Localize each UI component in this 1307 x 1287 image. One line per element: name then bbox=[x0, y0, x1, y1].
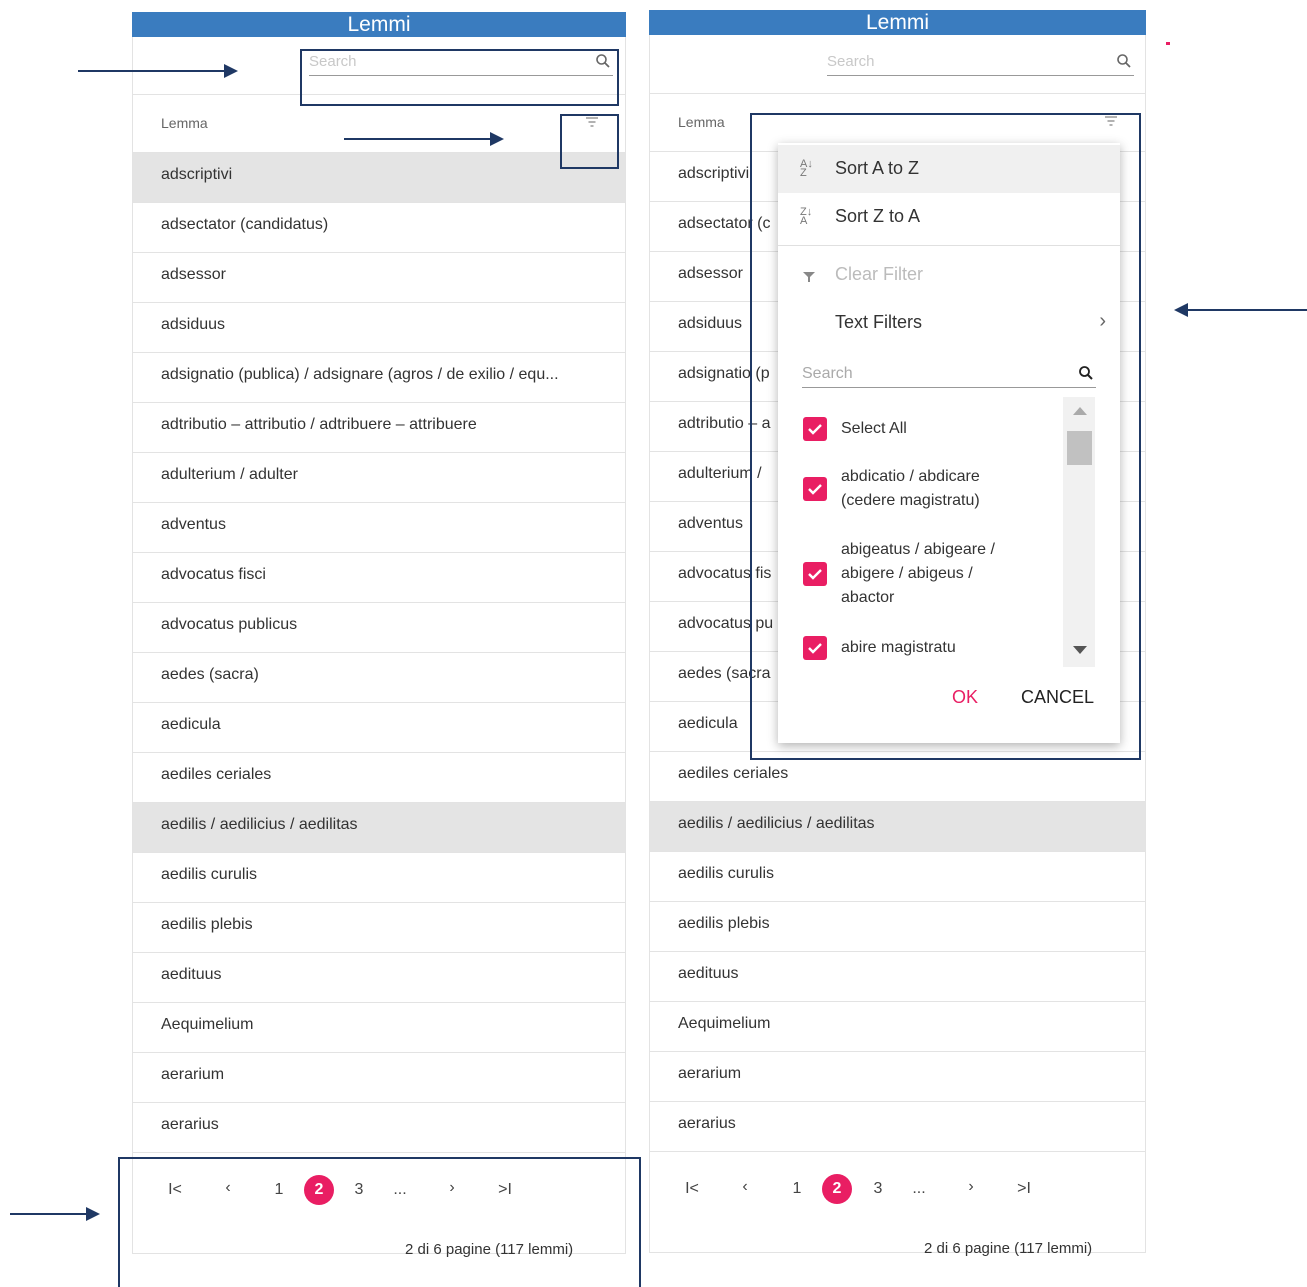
column-header-label: Lemma bbox=[678, 114, 725, 130]
list-item[interactable]: aedilis plebis bbox=[650, 902, 1145, 952]
pager: I< ‹ 1 2 3 ... › >I 2 di 6 pagine (117 l… bbox=[650, 1152, 1145, 1257]
page-3-button[interactable]: 3 bbox=[863, 1180, 893, 1198]
lemma-grid: Search Lemma adscriptivi adsectator (cand… bbox=[132, 37, 626, 1258]
list-item[interactable]: adtributio – attributio / adtribuere – a… bbox=[133, 403, 625, 453]
list-item-label: adventus bbox=[161, 516, 226, 533]
list-item-label: Aequimelium bbox=[161, 1016, 254, 1033]
list-item-label: adsessor bbox=[161, 266, 226, 283]
list-item-label: adsectator (candidatus) bbox=[161, 216, 329, 233]
list-item[interactable]: aedilis curulis bbox=[133, 853, 625, 903]
list-item-label: aerarius bbox=[678, 1115, 736, 1132]
list-item[interactable]: aediles ceriales bbox=[133, 753, 625, 803]
list-item[interactable]: aedilis curulis bbox=[650, 852, 1145, 902]
left-panel: Lemmi Search Lemma adscriptivi adsectator… bbox=[132, 12, 626, 1258]
list-item-label: advocatus fisci bbox=[161, 566, 266, 583]
list-item-label: aerarium bbox=[161, 1066, 225, 1083]
last-page-button[interactable]: >I bbox=[1009, 1180, 1039, 1198]
list-item-label: aedituus bbox=[161, 966, 222, 983]
list-item[interactable]: adsectator (candidatus) bbox=[133, 203, 625, 253]
search-input[interactable]: Search bbox=[827, 49, 1134, 76]
red-dot bbox=[1166, 42, 1170, 45]
list-item-label: adscriptivi bbox=[161, 166, 233, 183]
page-1-button[interactable]: 1 bbox=[782, 1180, 812, 1198]
list-item-label: aedilis curulis bbox=[161, 866, 258, 883]
lemma-list: adscriptivi adsectator (candidatus) adsess… bbox=[133, 153, 625, 1153]
list-item-label: aediles ceriales bbox=[161, 766, 272, 783]
list-item[interactable]: adsiduus bbox=[133, 303, 625, 353]
list-item-label: adsessor bbox=[678, 265, 743, 282]
list-item-label: aedilis plebis bbox=[678, 915, 770, 932]
list-item[interactable]: aerarius bbox=[133, 1103, 625, 1153]
search-row: Search bbox=[650, 35, 1145, 94]
list-item-label: aerarius bbox=[161, 1116, 219, 1133]
list-item-label: adscriptivi bbox=[678, 165, 750, 182]
list-item-label: aedilis / aedilicius / aedilitas bbox=[161, 816, 358, 833]
list-item[interactable]: aedicula bbox=[133, 703, 625, 753]
list-item-label: adsiduus bbox=[161, 316, 226, 333]
list-item-label: adulterium / adulter bbox=[161, 466, 298, 483]
list-item[interactable]: aedilis / aedilicius / aedilitas bbox=[133, 803, 625, 853]
list-item[interactable]: adscriptivi bbox=[133, 153, 625, 203]
list-item[interactable]: aedituus bbox=[650, 952, 1145, 1002]
list-item[interactable]: aedituus bbox=[133, 953, 625, 1003]
list-item[interactable]: adsignatio (publica) / adsignare (agros … bbox=[133, 353, 625, 403]
list-item[interactable]: adventus bbox=[133, 503, 625, 553]
pager-info: 2 di 6 pagine (117 lemmi) bbox=[924, 1240, 1093, 1257]
first-page-button[interactable]: I< bbox=[677, 1180, 707, 1198]
list-item[interactable]: Aequimelium bbox=[650, 1002, 1145, 1052]
annotation-box-pager bbox=[118, 1157, 641, 1287]
list-item-label: aerarium bbox=[678, 1065, 742, 1082]
list-item[interactable]: aedilis / aedilicius / aedilitas bbox=[650, 802, 1145, 852]
annotation-box-filter-icon bbox=[560, 114, 619, 169]
list-item-label: adtributio – attributio / adtribuere – a… bbox=[161, 416, 477, 433]
list-item-label: adsiduus bbox=[678, 315, 743, 332]
annotation-arrow bbox=[78, 64, 238, 78]
annotation-arrow bbox=[10, 1207, 100, 1221]
list-item[interactable]: adsessor bbox=[133, 253, 625, 303]
list-item[interactable]: advocatus fisci bbox=[133, 553, 625, 603]
list-item-label: aedicula bbox=[161, 716, 221, 733]
search-placeholder: Search bbox=[827, 53, 875, 70]
list-item-label: adsignatio (publica) / adsignare (agros … bbox=[161, 366, 559, 383]
column-header-label: Lemma bbox=[161, 115, 208, 131]
list-item-label: aedes (sacra) bbox=[161, 666, 259, 683]
list-item[interactable]: aerarium bbox=[650, 1052, 1145, 1102]
annotation-box-filter-menu bbox=[750, 113, 1141, 760]
panel-title: Lemmi bbox=[649, 10, 1146, 35]
list-item[interactable]: adulterium / adulter bbox=[133, 453, 625, 503]
list-item-label: Aequimelium bbox=[678, 1015, 771, 1032]
annotation-arrow bbox=[1174, 303, 1307, 317]
list-item[interactable]: advocatus publicus bbox=[133, 603, 625, 653]
list-item[interactable]: aedilis plebis bbox=[133, 903, 625, 953]
annotation-arrow bbox=[344, 132, 504, 146]
list-item-label: aedituus bbox=[678, 965, 739, 982]
list-item-label: adventus bbox=[678, 515, 743, 532]
list-item[interactable]: aerarius bbox=[650, 1102, 1145, 1152]
list-item-label: aedilis / aedilicius / aedilitas bbox=[678, 815, 875, 832]
page-2-button[interactable]: 2 bbox=[822, 1174, 852, 1204]
list-item-label: aedilis curulis bbox=[678, 865, 775, 882]
list-item-label: aedicula bbox=[678, 715, 738, 732]
list-item[interactable]: Aequimelium bbox=[133, 1003, 625, 1053]
list-item[interactable]: aedes (sacra) bbox=[133, 653, 625, 703]
list-item-label: aediles ceriales bbox=[678, 765, 789, 782]
pager-ellipsis: ... bbox=[912, 1180, 926, 1197]
annotation-box-search bbox=[300, 49, 619, 106]
panel-title: Lemmi bbox=[132, 12, 626, 37]
list-item-label: aedilis plebis bbox=[161, 916, 253, 933]
prev-page-button[interactable]: ‹ bbox=[730, 1178, 760, 1196]
search-icon[interactable] bbox=[1116, 53, 1132, 69]
next-page-button[interactable]: › bbox=[956, 1178, 986, 1196]
list-item-label: advocatus publicus bbox=[161, 616, 298, 633]
list-item[interactable]: aerarium bbox=[133, 1053, 625, 1103]
